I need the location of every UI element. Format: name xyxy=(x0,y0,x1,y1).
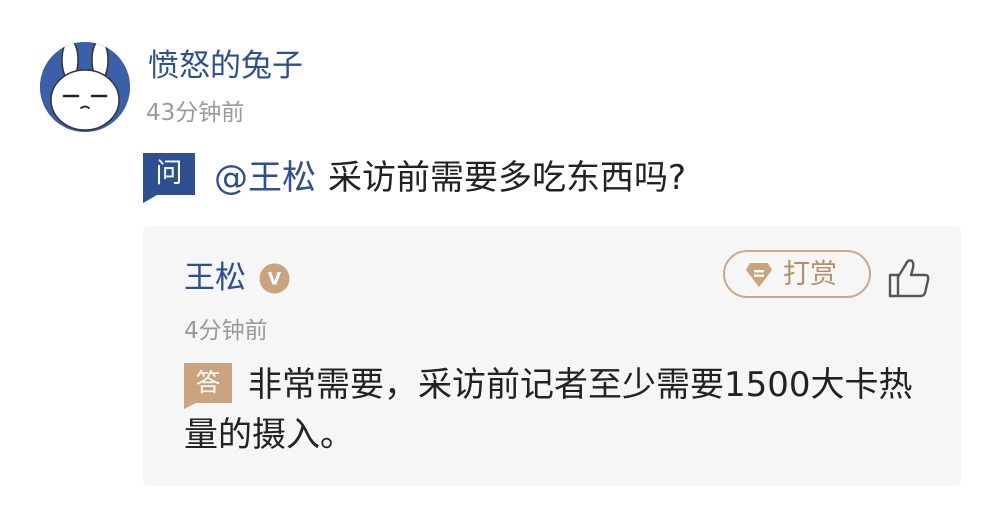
tip-button[interactable]: 打赏 xyxy=(723,250,871,298)
verified-badge-letter: V xyxy=(268,270,282,290)
answer-card: 王松 V 打赏 4分钟前 答 非常需要，采访前记者至少需要1500大卡热量的摄入… xyxy=(143,226,961,486)
answer-timestamp: 4分钟前 xyxy=(184,318,268,344)
asker-avatar[interactable] xyxy=(40,42,130,132)
mention-link[interactable]: @王松 xyxy=(214,158,316,198)
question-text: @王松 采访前需要多吃东西吗? xyxy=(214,154,686,202)
verified-icon: V xyxy=(259,263,290,294)
question-badge-label: 问 xyxy=(155,158,183,189)
answer-text: 非常需要，采访前记者至少需要1500大卡热量的摄入。 xyxy=(184,365,913,455)
tip-label: 打赏 xyxy=(783,259,837,289)
answerer-name[interactable]: 王松 xyxy=(184,256,246,300)
question-body: 采访前需要多吃东西吗? xyxy=(328,158,687,198)
rabbit-avatar-icon xyxy=(40,42,130,132)
question-timestamp: 43分钟前 xyxy=(146,100,245,126)
gem-icon xyxy=(745,262,773,288)
asker-name[interactable]: 愤怒的兔子 xyxy=(148,44,303,88)
question-badge: 问 xyxy=(143,153,195,203)
thumbs-up-icon[interactable] xyxy=(887,256,933,300)
